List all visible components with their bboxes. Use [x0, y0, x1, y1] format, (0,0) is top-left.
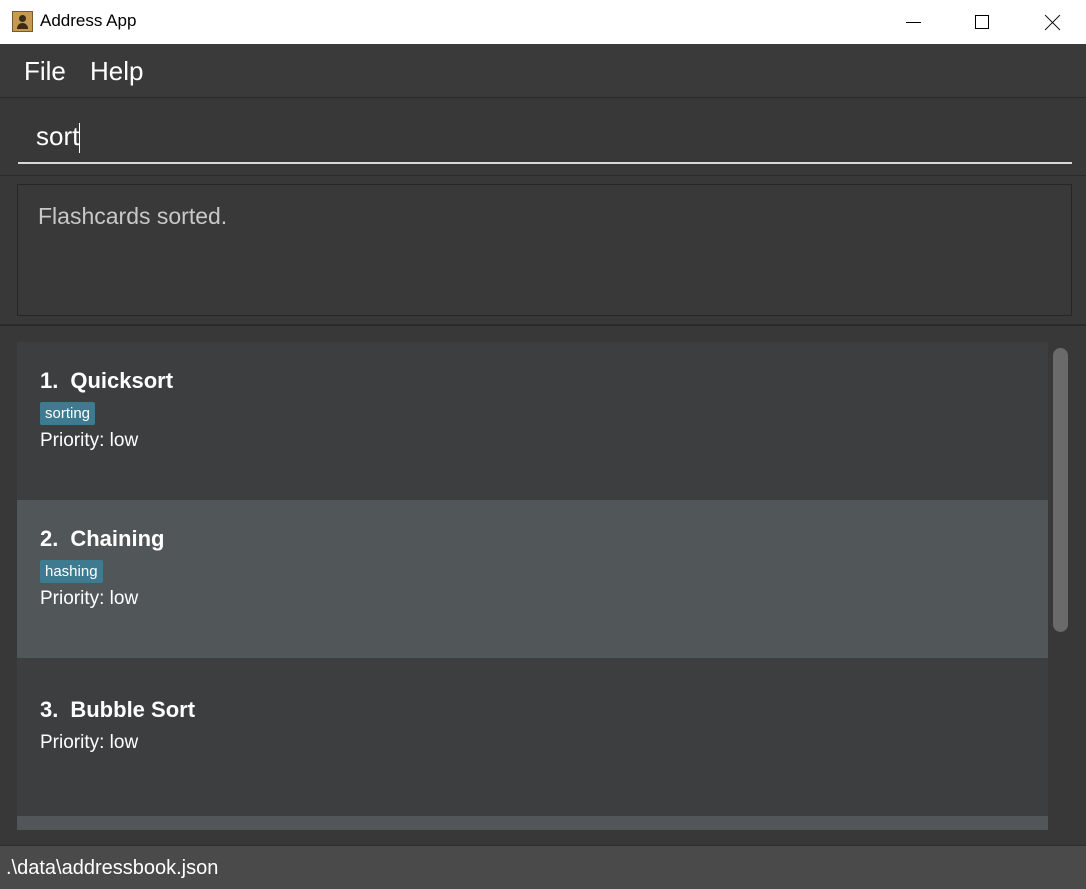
flashcard-name: Chaining: [70, 526, 165, 551]
result-display[interactable]: Flashcards sorted.: [17, 184, 1072, 316]
command-input-value: sort: [36, 121, 80, 151]
flashcard-list[interactable]: 1. Quicksort sorting Priority: low 2. Chai…: [17, 342, 1048, 830]
maximize-button[interactable]: [947, 0, 1017, 44]
title-bar[interactable]: Address App: [0, 0, 1086, 44]
flashcard-item-partial[interactable]: [17, 816, 1048, 830]
flashcard-name: Bubble Sort: [70, 697, 196, 722]
address-book-icon: [12, 11, 33, 32]
text-caret: [79, 123, 81, 154]
flashcard-priority: Priority: low: [40, 732, 139, 753]
flashcard-priority: Priority: low: [40, 588, 139, 609]
flashcard-index: 2.: [40, 526, 59, 551]
close-icon: [1044, 14, 1061, 31]
flashcard-list-pane: 1. Quicksort sorting Priority: low 2. Chai…: [0, 326, 1086, 845]
close-button[interactable]: [1017, 0, 1086, 44]
flashcard-index: 3.: [40, 697, 59, 722]
flashcard-title: 3. Bubble Sort: [40, 697, 195, 723]
minimize-button[interactable]: [878, 0, 948, 44]
flashcard-priority: Priority: low: [40, 430, 139, 451]
flashcard-tag: sorting: [40, 402, 96, 425]
flashcard-title: 2. Chaining: [40, 526, 164, 552]
menu-help[interactable]: Help: [90, 56, 143, 87]
command-box-pane: sort: [0, 97, 1086, 176]
minimize-icon: [905, 21, 921, 23]
flashcard-index: 1.: [40, 368, 59, 393]
result-display-pane: Flashcards sorted.: [0, 176, 1086, 326]
flashcard-title: 1. Quicksort: [40, 368, 173, 394]
list-scrollbar-thumb[interactable]: [1053, 348, 1068, 632]
flashcard-tag: hashing: [40, 560, 103, 583]
result-message: Flashcards sorted.: [38, 203, 228, 229]
app-window: Address App File Help sort Flashcards so…: [0, 0, 1086, 889]
window-title: Address App: [40, 11, 137, 30]
flashcard-item[interactable]: 1. Quicksort sorting Priority: low: [17, 342, 1048, 500]
flashcard-item[interactable]: 3. Bubble Sort Priority: low: [17, 658, 1048, 816]
maximize-icon: [975, 15, 989, 29]
flashcard-name: Quicksort: [70, 368, 174, 393]
menu-bar: File Help: [0, 44, 1086, 97]
command-input[interactable]: sort: [18, 116, 1072, 164]
save-location: .\data\addressbook.json: [6, 857, 219, 879]
status-bar: .\data\addressbook.json: [0, 845, 1086, 889]
menu-file[interactable]: File: [24, 56, 66, 87]
flashcard-item[interactable]: 2. Chaining hashing Priority: low: [17, 500, 1048, 658]
